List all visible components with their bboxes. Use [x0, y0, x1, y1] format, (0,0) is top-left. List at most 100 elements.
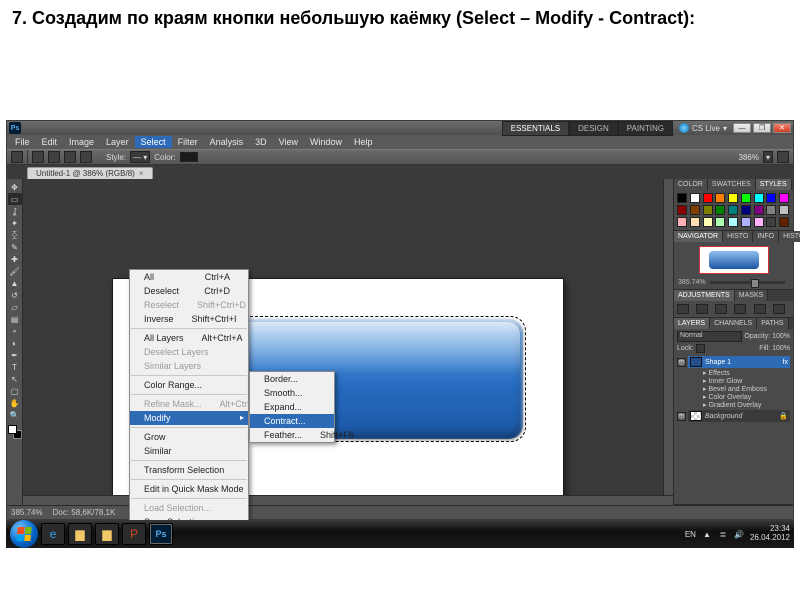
- style-swatch[interactable]: [728, 217, 738, 227]
- crop-tool-icon[interactable]: ⧰: [8, 229, 22, 241]
- visibility-toggle-icon[interactable]: 👁: [677, 412, 686, 421]
- gradient-tool-icon[interactable]: ▤: [8, 313, 22, 325]
- tray-volume-icon[interactable]: 🔊: [734, 529, 744, 539]
- tray-network-icon[interactable]: ≣: [718, 529, 728, 539]
- adjustment-icon[interactable]: [715, 304, 727, 314]
- taskbar-powerpoint-icon[interactable]: P: [122, 523, 146, 545]
- navigator-preview[interactable]: [699, 246, 769, 274]
- tab-history[interactable]: HISTO: [779, 231, 800, 242]
- path-tool-icon[interactable]: ↖: [8, 373, 22, 385]
- tab-info[interactable]: INFO: [753, 231, 779, 242]
- style-swatch[interactable]: [690, 205, 700, 215]
- taskbar-explorer-icon[interactable]: ▆: [68, 523, 92, 545]
- layer-background[interactable]: Background 🔒: [688, 410, 790, 422]
- lasso-tool-icon[interactable]: ʆ: [8, 205, 22, 217]
- style-swatch[interactable]: [766, 193, 776, 203]
- workspace-essentials[interactable]: ESSENTIALS: [502, 121, 569, 136]
- menu-item[interactable]: Edit in Quick Mask Mode: [130, 482, 248, 496]
- menu-item[interactable]: InverseShift+Ctrl+I: [130, 312, 248, 326]
- marquee-tool-icon[interactable]: ▭: [8, 193, 22, 205]
- close-icon[interactable]: ×: [139, 169, 144, 178]
- fg-bg-color-icon[interactable]: [8, 425, 22, 439]
- tab-styles[interactable]: STYLES: [756, 179, 792, 190]
- selection-intersect-icon[interactable]: [80, 151, 92, 163]
- menu-item[interactable]: Similar: [130, 444, 248, 458]
- style-swatch[interactable]: [715, 217, 725, 227]
- menu-item[interactable]: Feather...Shift+F6: [250, 428, 334, 442]
- workspace-design[interactable]: DESIGN: [569, 121, 618, 136]
- tab-swatches[interactable]: SWATCHES: [708, 179, 756, 190]
- menu-item[interactable]: All LayersAlt+Ctrl+A: [130, 331, 248, 345]
- type-tool-icon[interactable]: T: [8, 361, 22, 373]
- selection-subtract-icon[interactable]: [64, 151, 76, 163]
- menu-item[interactable]: Border...: [250, 372, 334, 386]
- taskbar-folder-icon[interactable]: ▆: [95, 523, 119, 545]
- eraser-tool-icon[interactable]: ▱: [8, 301, 22, 313]
- workspace-painting[interactable]: PAINTING: [618, 121, 673, 136]
- style-swatch[interactable]: [677, 205, 687, 215]
- style-swatch[interactable]: [741, 193, 751, 203]
- stamp-tool-icon[interactable]: ▲: [8, 277, 22, 289]
- adjustment-icon[interactable]: [734, 304, 746, 314]
- move-tool-icon[interactable]: ✥: [8, 181, 22, 193]
- color-swatch[interactable]: [180, 152, 198, 162]
- menu-filter[interactable]: Filter: [172, 136, 204, 148]
- styles-grid[interactable]: [674, 190, 793, 230]
- selection-add-icon[interactable]: [48, 151, 60, 163]
- selection-new-icon[interactable]: [32, 151, 44, 163]
- style-swatch[interactable]: [779, 193, 789, 203]
- window-close-button[interactable]: ✕: [773, 123, 791, 133]
- tab-color[interactable]: COLOR: [674, 179, 708, 190]
- blend-mode-select[interactable]: Normal: [677, 331, 742, 342]
- zoom-dropdown[interactable]: ▾: [763, 151, 773, 163]
- tab-channels[interactable]: CHANNELS: [710, 318, 757, 329]
- tab-adjustments[interactable]: ADJUSTMENTS: [674, 290, 735, 301]
- clock[interactable]: 23:34 26.04.2012: [750, 525, 790, 543]
- visibility-toggle-icon[interactable]: 👁: [677, 358, 686, 367]
- start-button[interactable]: [10, 520, 38, 548]
- style-swatch[interactable]: [677, 217, 687, 227]
- style-swatch[interactable]: [715, 205, 725, 215]
- taskbar-ie-icon[interactable]: e: [41, 523, 65, 545]
- scrollbar-vertical[interactable]: [663, 179, 673, 495]
- wand-tool-icon[interactable]: ✦: [8, 217, 22, 229]
- taskbar-photoshop-icon[interactable]: Ps: [149, 523, 173, 545]
- eyedropper-tool-icon[interactable]: ✎: [8, 241, 22, 253]
- shape-tool-icon[interactable]: ▢: [8, 385, 22, 397]
- brush-tool-icon[interactable]: 🖌: [8, 265, 22, 277]
- navigator-zoom-slider[interactable]: [710, 281, 785, 284]
- menu-image[interactable]: Image: [63, 136, 100, 148]
- fx-badge[interactable]: fx: [783, 359, 788, 366]
- menu-item[interactable]: Transform Selection: [130, 463, 248, 477]
- window-maximize-button[interactable]: ❐: [753, 123, 771, 133]
- blur-tool-icon[interactable]: ∘: [8, 325, 22, 337]
- style-swatch[interactable]: [703, 193, 713, 203]
- opacity-value[interactable]: 100%: [772, 333, 790, 340]
- adjustment-icon[interactable]: [696, 304, 708, 314]
- menu-analysis[interactable]: Analysis: [204, 136, 250, 148]
- menu-item[interactable]: Color Range...: [130, 378, 248, 392]
- tab-histogram[interactable]: HISTO: [723, 231, 753, 242]
- style-swatch[interactable]: [703, 205, 713, 215]
- style-swatch[interactable]: [766, 217, 776, 227]
- tab-navigator[interactable]: NAVIGATOR: [674, 231, 723, 242]
- tab-layers[interactable]: LAYERS: [674, 318, 710, 329]
- fx-gradient-overlay[interactable]: ▸ Gradient Overlay: [677, 401, 790, 409]
- menu-item[interactable]: Smooth...: [250, 386, 334, 400]
- adjustment-icon[interactable]: [773, 304, 785, 314]
- adjustment-icon[interactable]: [677, 304, 689, 314]
- language-indicator[interactable]: EN: [685, 530, 696, 539]
- style-swatch[interactable]: [754, 205, 764, 215]
- scrollbar-horizontal[interactable]: [23, 495, 673, 505]
- fx-color-overlay[interactable]: ▸ Color Overlay: [677, 393, 790, 401]
- tray-flag-icon[interactable]: ▲: [702, 529, 712, 539]
- heal-tool-icon[interactable]: ✚: [8, 253, 22, 265]
- menu-item[interactable]: Contract...: [250, 414, 334, 428]
- menu-item[interactable]: Modify▸: [130, 411, 248, 425]
- style-swatch[interactable]: [703, 217, 713, 227]
- menu-item[interactable]: Grow: [130, 430, 248, 444]
- menu-edit[interactable]: Edit: [36, 136, 64, 148]
- style-swatch[interactable]: [690, 217, 700, 227]
- pen-tool-icon[interactable]: ✒: [8, 349, 22, 361]
- tab-paths[interactable]: PATHS: [757, 318, 788, 329]
